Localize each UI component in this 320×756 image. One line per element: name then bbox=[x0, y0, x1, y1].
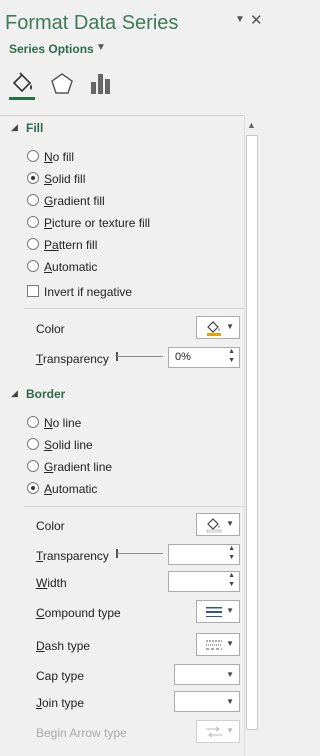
compound-lines-icon bbox=[205, 606, 223, 621]
pen-icon bbox=[205, 517, 223, 536]
radio-no-line[interactable] bbox=[27, 416, 39, 428]
border-section-heading[interactable]: Border bbox=[26, 387, 65, 401]
paint-bucket-icon[interactable] bbox=[9, 70, 37, 98]
chevron-down-icon: ▼ bbox=[226, 322, 234, 331]
cap-type-label: Cap type bbox=[36, 669, 85, 683]
dash-type-button[interactable]: ▼ bbox=[196, 633, 240, 656]
picture-fill-label[interactable]: Picture or texture fill bbox=[44, 216, 150, 230]
pentagon-icon[interactable] bbox=[48, 70, 76, 98]
border-transparency-spinner[interactable]: ▲ ▼ bbox=[168, 544, 240, 565]
dash-lines-icon bbox=[205, 639, 223, 654]
chevron-down-icon: ▼ bbox=[226, 606, 234, 615]
radio-automatic-fill[interactable] bbox=[27, 260, 39, 272]
cap-type-dropdown[interactable]: ▼ bbox=[174, 664, 240, 685]
chevron-down-icon: ▼ bbox=[226, 726, 234, 735]
solid-line-label[interactable]: Solid line bbox=[44, 438, 93, 452]
automatic-line-label[interactable]: Automatic bbox=[44, 482, 97, 496]
collapse-fill-icon[interactable]: ◢ bbox=[11, 122, 18, 133]
radio-no-fill[interactable] bbox=[27, 150, 39, 162]
radio-gradient-fill[interactable] bbox=[27, 194, 39, 206]
fill-section-heading[interactable]: Fill bbox=[26, 121, 43, 135]
compound-type-label: Compound type bbox=[36, 606, 121, 620]
fill-divider bbox=[24, 308, 244, 309]
paint-bucket-icon bbox=[205, 320, 223, 339]
gradient-line-label[interactable]: Gradient line bbox=[44, 460, 112, 474]
radio-picture-fill[interactable] bbox=[27, 216, 39, 228]
chevron-down-icon: ▼ bbox=[226, 639, 234, 648]
width-label: Width bbox=[36, 576, 67, 590]
no-fill-label[interactable]: No fill bbox=[44, 150, 74, 164]
bar-chart-icon[interactable] bbox=[87, 70, 115, 98]
width-spinner[interactable]: ▲ ▼ bbox=[168, 571, 240, 592]
fill-color-button[interactable]: ▼ bbox=[196, 316, 240, 339]
chevron-down-icon: ▼ bbox=[226, 697, 234, 706]
radio-pattern-fill[interactable] bbox=[27, 238, 39, 250]
join-type-label: Join type bbox=[36, 696, 85, 710]
chevron-down-icon: ▼ bbox=[226, 519, 234, 528]
tabs-divider bbox=[0, 115, 244, 116]
caret-down-icon[interactable]: ▼ bbox=[96, 42, 106, 53]
pane-title: Format Data Series bbox=[5, 12, 179, 34]
fill-transparency-spinner[interactable]: 0% ▲ ▼ bbox=[168, 347, 240, 368]
series-options-dropdown-label[interactable]: Series Options bbox=[9, 42, 94, 56]
automatic-fill-label[interactable]: Automatic bbox=[44, 260, 97, 274]
spin-down-icon[interactable]: ▼ bbox=[228, 581, 235, 588]
fill-transparency-slider[interactable] bbox=[117, 356, 163, 357]
gradient-fill-label[interactable]: Gradient fill bbox=[44, 194, 105, 208]
radio-gradient-line[interactable] bbox=[27, 460, 39, 472]
arrows-icon bbox=[205, 726, 223, 741]
radio-automatic-line[interactable] bbox=[27, 482, 39, 494]
begin-arrow-type-button: ▼ bbox=[196, 720, 240, 743]
no-line-label[interactable]: No line bbox=[44, 416, 81, 430]
close-icon[interactable]: ✕ bbox=[250, 11, 263, 29]
scroll-up-icon[interactable]: ▲ bbox=[247, 120, 256, 130]
spin-down-icon[interactable]: ▼ bbox=[228, 357, 235, 364]
border-color-button[interactable]: ▼ bbox=[196, 513, 240, 536]
solid-fill-label[interactable]: Solid fill bbox=[44, 172, 85, 186]
radio-solid-line[interactable] bbox=[27, 438, 39, 450]
fill-transparency-label: Transparency bbox=[36, 352, 109, 366]
active-tab-indicator bbox=[9, 97, 35, 100]
fill-transparency-value[interactable]: 0% bbox=[175, 351, 191, 363]
begin-arrow-type-label: Begin Arrow type bbox=[36, 726, 127, 740]
border-color-label: Color bbox=[36, 519, 65, 533]
radio-solid-fill[interactable] bbox=[27, 172, 39, 184]
chevron-down-icon: ▼ bbox=[226, 670, 234, 679]
spin-up-icon[interactable]: ▲ bbox=[228, 572, 235, 579]
spin-up-icon[interactable]: ▲ bbox=[228, 545, 235, 552]
join-type-dropdown[interactable]: ▼ bbox=[174, 691, 240, 712]
scrollbar-thumb[interactable] bbox=[246, 135, 258, 730]
invert-if-negative-checkbox[interactable] bbox=[27, 285, 39, 297]
border-divider bbox=[24, 506, 244, 507]
pattern-fill-label[interactable]: Pattern fill bbox=[44, 238, 97, 252]
spin-down-icon[interactable]: ▼ bbox=[228, 554, 235, 561]
spin-up-icon[interactable]: ▲ bbox=[228, 348, 235, 355]
invert-if-negative-label[interactable]: Invert if negative bbox=[44, 285, 132, 299]
border-transparency-label: Transparency bbox=[36, 549, 109, 563]
compound-type-button[interactable]: ▼ bbox=[196, 600, 240, 623]
pane-options-caret-icon[interactable]: ▼ bbox=[235, 14, 245, 25]
border-transparency-slider[interactable] bbox=[117, 553, 163, 554]
dash-type-label: Dash type bbox=[36, 639, 91, 653]
collapse-border-icon[interactable]: ◢ bbox=[11, 388, 18, 399]
fill-color-label: Color bbox=[36, 322, 65, 336]
